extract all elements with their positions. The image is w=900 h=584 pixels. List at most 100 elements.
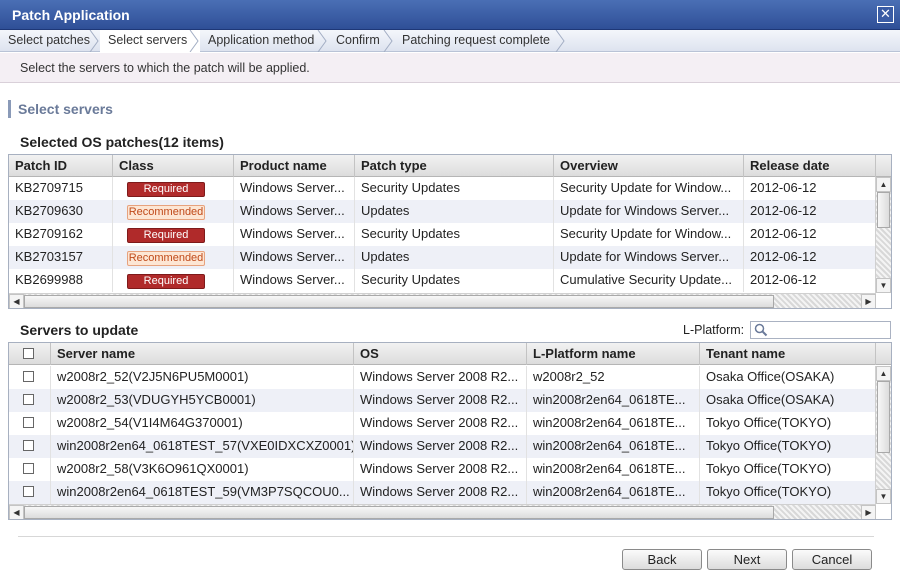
servers-horizontal-scrollbar[interactable]: ◀ ▶: [9, 504, 876, 519]
col-tenant-name[interactable]: Tenant name: [700, 343, 876, 365]
col-server-name[interactable]: Server name: [51, 343, 354, 365]
search-icon: [754, 323, 768, 337]
l-platform-name: win2008r2en64_0618TE...: [527, 389, 700, 412]
scroll-up-icon[interactable]: ▲: [876, 366, 891, 381]
footer-divider: [18, 536, 874, 537]
table-row[interactable]: w2008r2_53(VDUGYH5YCB0001) Windows Serve…: [9, 389, 876, 412]
col-os[interactable]: OS: [354, 343, 527, 365]
instruction-bar: Select the servers to which the patch wi…: [0, 53, 900, 83]
scroll-down-icon[interactable]: ▼: [876, 278, 891, 293]
row-checkbox[interactable]: [23, 417, 34, 428]
class-cell: Recommended: [113, 200, 234, 223]
col-release-date[interactable]: Release date: [744, 155, 876, 177]
table-row[interactable]: KB2703157 Recommended Windows Server... …: [9, 246, 876, 269]
class-cell: Required: [113, 269, 234, 292]
col-overview[interactable]: Overview: [554, 155, 744, 177]
cancel-button[interactable]: Cancel: [792, 549, 872, 570]
col-patch-type[interactable]: Patch type: [355, 155, 554, 177]
row-checkbox[interactable]: [23, 394, 34, 405]
scroll-left-icon[interactable]: ◀: [9, 294, 24, 308]
row-checkbox[interactable]: [23, 440, 34, 451]
step-separators: [89, 30, 565, 52]
server-name: w2008r2_53(VDUGYH5YCB0001): [51, 389, 354, 412]
scroll-thumb[interactable]: [877, 192, 890, 228]
col-class[interactable]: Class: [113, 155, 234, 177]
back-button[interactable]: Back: [622, 549, 702, 570]
servers-grid: Server name OS L-Platform name Tenant na…: [8, 342, 892, 520]
select-all-cell: [9, 343, 51, 365]
table-row[interactable]: win2008r2en64_0618TEST_57(VXE0IDXCXZ0001…: [9, 435, 876, 458]
os: Windows Server 2008 R2...: [354, 458, 527, 481]
table-row[interactable]: KB2709715 Required Windows Server... Sec…: [9, 177, 876, 200]
checkbox-cell: [9, 389, 51, 412]
release-date: 2012-06-12: [744, 200, 876, 223]
next-button[interactable]: Next: [707, 549, 787, 570]
server-name: w2008r2_54(V1I4M64G370001): [51, 412, 354, 435]
os: Windows Server 2008 R2...: [354, 435, 527, 458]
close-icon[interactable]: ✕: [877, 6, 894, 23]
servers-header: Server name OS L-Platform name Tenant na…: [9, 343, 891, 365]
patch-id: KB2709715: [9, 177, 113, 200]
patch-id: KB2709630: [9, 200, 113, 223]
checkbox-cell: [9, 435, 51, 458]
patch-type: Updates: [355, 200, 554, 223]
tenant-name: Tokyo Office(TOKYO): [700, 412, 876, 435]
patches-vertical-scrollbar[interactable]: ▲ ▼: [875, 177, 891, 293]
table-row[interactable]: KB2709162 Required Windows Server... Sec…: [9, 223, 876, 246]
class-cell: Recommended: [113, 246, 234, 269]
l-platform-filter-input[interactable]: [750, 321, 891, 339]
scroll-thumb[interactable]: [877, 381, 890, 453]
col-product-name[interactable]: Product name: [234, 155, 355, 177]
server-name: w2008r2_58(V3K6O961QX0001): [51, 458, 354, 481]
patch-type: Security Updates: [355, 177, 554, 200]
product-name: Windows Server...: [234, 269, 355, 292]
product-name: Windows Server...: [234, 246, 355, 269]
release-date: 2012-06-12: [744, 177, 876, 200]
scroll-down-icon[interactable]: ▼: [876, 489, 891, 504]
select-all-checkbox[interactable]: [23, 348, 34, 359]
scroll-right-icon[interactable]: ▶: [861, 505, 876, 519]
row-checkbox[interactable]: [23, 371, 34, 382]
product-name: Windows Server...: [234, 223, 355, 246]
servers-vertical-scrollbar[interactable]: ▲ ▼: [875, 366, 891, 504]
overview: Security Update for Window...: [554, 223, 744, 246]
scroll-left-icon[interactable]: ◀: [9, 505, 24, 519]
tenant-name: Tokyo Office(TOKYO): [700, 435, 876, 458]
patches-horizontal-scrollbar[interactable]: ◀ ▶: [9, 293, 876, 308]
tenant-name: Osaka Office(OSAKA): [700, 389, 876, 412]
checkbox-cell: [9, 458, 51, 481]
scroll-thumb[interactable]: [24, 295, 774, 308]
scroll-right-icon[interactable]: ▶: [861, 294, 876, 308]
wizard-steps: Select patches Select servers Applicatio…: [0, 30, 900, 52]
overview: Update for Windows Server...: [554, 246, 744, 269]
table-row[interactable]: w2008r2_54(V1I4M64G370001) Windows Serve…: [9, 412, 876, 435]
table-row[interactable]: KB2709630 Recommended Windows Server... …: [9, 200, 876, 223]
table-row[interactable]: w2008r2_52(V2J5N6PU5M0001) Windows Serve…: [9, 366, 876, 389]
patches-title: Selected OS patches(12 items): [20, 134, 224, 150]
title-bar: Patch Application ✕: [0, 0, 900, 30]
patches-header: Patch ID Class Product name Patch type O…: [9, 155, 891, 177]
tenant-name: Tokyo Office(TOKYO): [700, 481, 876, 504]
window-title: Patch Application: [12, 7, 130, 23]
release-date: 2012-06-12: [744, 269, 876, 292]
product-name: Windows Server...: [234, 177, 355, 200]
patch-type: Security Updates: [355, 223, 554, 246]
table-row[interactable]: w2008r2_58(V3K6O961QX0001) Windows Serve…: [9, 458, 876, 481]
servers-title: Servers to update: [20, 322, 139, 338]
col-l-platform-name[interactable]: L-Platform name: [527, 343, 700, 365]
instruction-text: Select the servers to which the patch wi…: [20, 61, 310, 75]
table-row[interactable]: KB2699988 Required Windows Server... Sec…: [9, 269, 876, 292]
col-patch-id[interactable]: Patch ID: [9, 155, 113, 177]
scroll-up-icon[interactable]: ▲: [876, 177, 891, 192]
recommended-badge: Recommended: [127, 205, 205, 220]
release-date: 2012-06-12: [744, 223, 876, 246]
overview: Cumulative Security Update...: [554, 269, 744, 292]
patches-grid: Patch ID Class Product name Patch type O…: [8, 154, 892, 309]
required-badge: Required: [127, 274, 205, 289]
row-checkbox[interactable]: [23, 463, 34, 474]
overview: Update for Windows Server...: [554, 200, 744, 223]
row-checkbox[interactable]: [23, 486, 34, 497]
scroll-thumb[interactable]: [24, 506, 774, 519]
class-cell: Required: [113, 223, 234, 246]
table-row[interactable]: win2008r2en64_0618TEST_59(VM3P7SQCOU0...…: [9, 481, 876, 504]
